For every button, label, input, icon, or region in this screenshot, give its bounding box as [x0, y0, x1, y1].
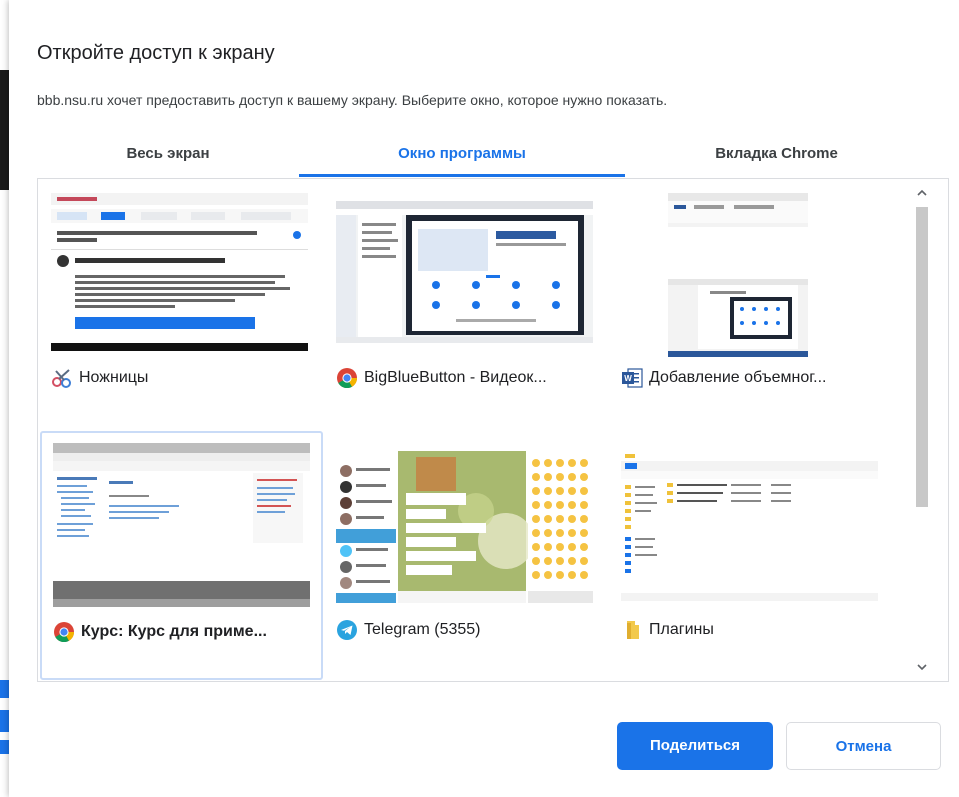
active-tab-indicator — [299, 174, 625, 177]
folder-icon — [627, 621, 639, 639]
scissors-icon — [52, 369, 71, 388]
window-list: Ножницы BigBlueButton - Видеок... W Доба… — [37, 178, 949, 682]
chrome-icon — [337, 368, 358, 389]
share-button[interactable]: Поделиться — [617, 722, 773, 770]
window-label: W Добавление объемног... — [621, 367, 826, 389]
window-card-bigbluebutton[interactable]: BigBlueButton - Видеок... — [325, 181, 608, 430]
svg-text:W: W — [624, 374, 632, 383]
window-thumbnail — [336, 451, 593, 603]
word-icon: W — [622, 368, 643, 388]
window-thumbnail — [336, 201, 593, 343]
window-card-scissors[interactable]: Ножницы — [40, 181, 323, 430]
share-screen-dialog: Откройте доступ к экрану bbb.nsu.ru хоче… — [9, 0, 959, 797]
chrome-icon — [54, 622, 75, 643]
window-thumbnail — [621, 451, 878, 601]
scroll-up-icon[interactable] — [916, 187, 928, 199]
scrollbar-thumb[interactable] — [916, 207, 928, 507]
window-card-plugins[interactable]: Плагины — [610, 431, 893, 680]
window-thumbnail — [53, 443, 310, 607]
window-card-word[interactable]: W Добавление объемног... — [610, 181, 893, 430]
window-label: Плагины — [621, 619, 714, 641]
scroll-down-icon[interactable] — [916, 661, 928, 673]
tab-application-window[interactable]: Окно программы — [299, 136, 625, 176]
window-label: Курс: Курс для приме... — [53, 621, 267, 643]
window-label: Telegram (5355) — [336, 619, 481, 641]
window-label: Ножницы — [51, 367, 148, 389]
window-card-telegram[interactable]: Telegram (5355) — [325, 431, 608, 680]
tab-chrome-tab[interactable]: Вкладка Chrome — [625, 136, 928, 176]
source-tabs: Весь экран Окно программы Вкладка Chrome — [37, 136, 928, 178]
window-list-scrollbar[interactable] — [910, 179, 934, 681]
dialog-description: bbb.nsu.ru хочет предоставить доступ к в… — [37, 92, 668, 108]
telegram-icon — [337, 620, 357, 640]
dialog-title: Откройте доступ к экрану — [37, 42, 275, 64]
window-label: BigBlueButton - Видеок... — [336, 367, 547, 389]
cancel-button[interactable]: Отмена — [786, 722, 941, 770]
window-thumbnail — [668, 193, 808, 357]
window-card-course[interactable]: Курс: Курс для приме... — [40, 431, 323, 680]
window-thumbnail — [51, 193, 308, 351]
tab-entire-screen[interactable]: Весь экран — [37, 136, 299, 176]
